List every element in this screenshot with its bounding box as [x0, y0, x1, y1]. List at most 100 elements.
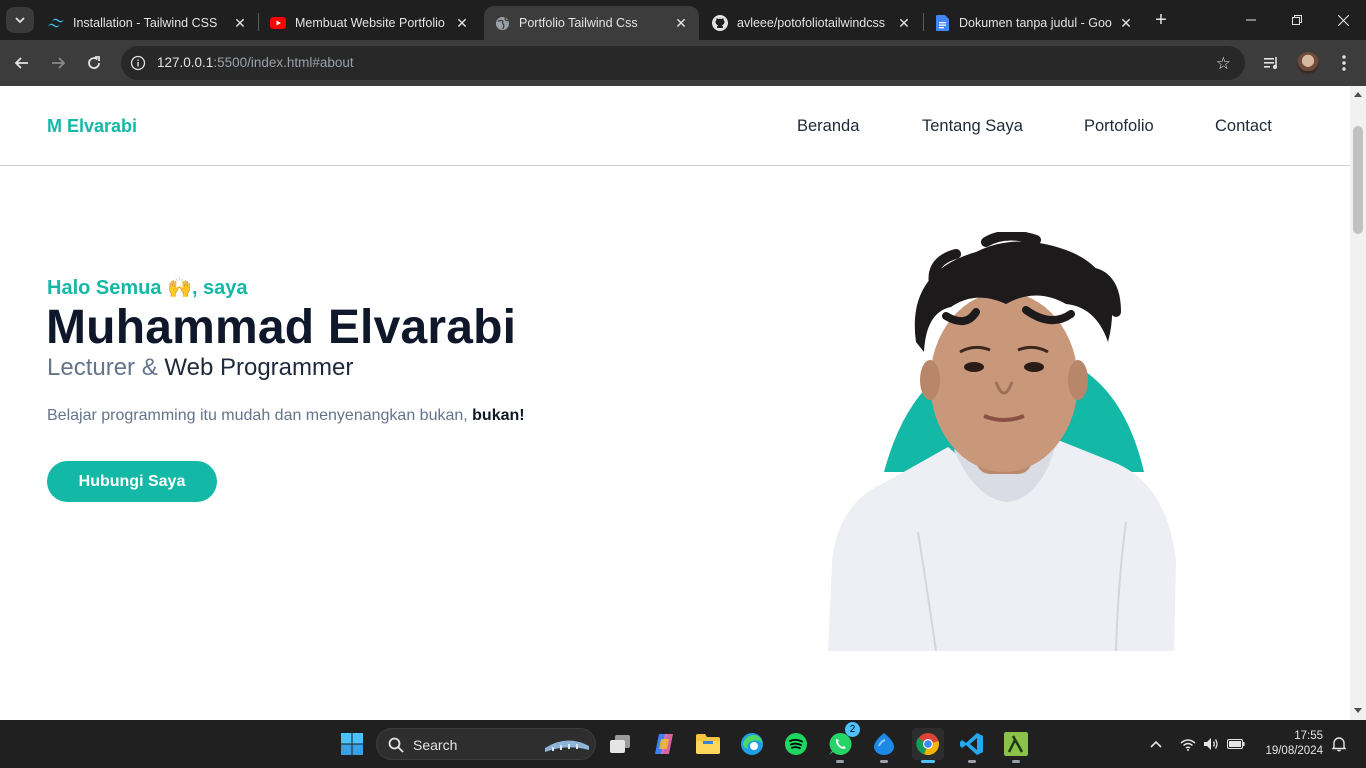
reload-icon — [88, 56, 100, 69]
wifi-icon — [1180, 738, 1196, 751]
close-icon[interactable]: ✕ — [896, 15, 912, 31]
url-text: 127.0.0.1:5500/index.html#about — [157, 55, 354, 70]
site-header: M Elvarabi Beranda Tentang Saya Portofol… — [0, 86, 1350, 166]
forward-button[interactable] — [46, 51, 70, 75]
scrollbar-thumb[interactable] — [1353, 126, 1363, 234]
contact-me-button[interactable]: Hubungi Saya — [47, 461, 217, 502]
close-icon[interactable]: ✕ — [673, 15, 689, 31]
spotify-icon — [785, 733, 807, 755]
scroll-up-icon[interactable] — [1354, 92, 1362, 97]
notification-center-button[interactable] — [1329, 734, 1349, 754]
battery-status[interactable] — [1226, 734, 1246, 754]
chevron-down-icon — [15, 17, 25, 24]
media-control-button[interactable] — [1261, 52, 1283, 74]
show-hidden-icons-button[interactable] — [1146, 734, 1166, 754]
search-icon — [388, 737, 404, 753]
nav-tentang-saya[interactable]: Tentang Saya — [922, 117, 1023, 136]
close-icon[interactable]: ✕ — [454, 15, 470, 31]
taskbar-vscode[interactable] — [956, 728, 988, 763]
new-tab-button[interactable]: + — [1150, 9, 1172, 31]
nav-beranda[interactable]: Beranda — [797, 117, 859, 136]
arrow-left-icon — [14, 57, 28, 69]
taskbar-file-explorer[interactable] — [692, 728, 724, 760]
notification-badge: 2 — [845, 722, 860, 737]
restore-button[interactable] — [1274, 0, 1320, 40]
tab-search-button[interactable] — [6, 7, 34, 33]
close-icon[interactable]: ✕ — [232, 15, 248, 31]
arrow-right-icon — [52, 57, 66, 69]
active-indicator — [921, 760, 935, 763]
close-window-button[interactable] — [1320, 0, 1366, 40]
tab-youtube-portfolio[interactable]: Membuat Website Portfolio Dengan Tailwin… — [260, 6, 480, 40]
nav-portofolio[interactable]: Portofolio — [1084, 117, 1154, 136]
tab-tailwind-installation[interactable]: Installation - Tailwind CSS ✕ — [38, 6, 258, 40]
windows-logo-icon — [341, 733, 363, 755]
wifi-status[interactable] — [1178, 734, 1198, 754]
taskbar-copilot[interactable] — [648, 728, 680, 760]
scroll-down-icon[interactable] — [1354, 708, 1362, 713]
youtube-icon — [270, 15, 286, 31]
bookmark-star-icon[interactable]: ☆ — [1216, 54, 1231, 74]
back-button[interactable] — [10, 51, 34, 75]
taskbar-whatsapp[interactable]: 2 — [824, 722, 860, 763]
volume-status[interactable] — [1201, 734, 1221, 754]
tab-title: Portfolio Tailwind Css — [519, 16, 638, 30]
kebab-menu-icon — [1342, 55, 1346, 71]
copilot-icon — [655, 734, 673, 754]
close-icon[interactable]: ✕ — [1118, 15, 1134, 31]
profile-photo — [828, 232, 1176, 651]
tab-title: avleee/potofoliotailwindcss — [737, 16, 886, 30]
taskbar-app-blue[interactable] — [868, 728, 900, 763]
tab-portfolio-active[interactable]: Portfolio Tailwind Css ✕ — [484, 6, 699, 40]
nav-contact[interactable]: Contact — [1215, 117, 1272, 136]
hero-description: Belajar programming itu mudah dan menyen… — [47, 407, 525, 425]
tab-title: Membuat Website Portfolio Dengan Tailwin… — [295, 16, 448, 30]
start-button[interactable] — [336, 728, 368, 760]
globe-icon — [494, 15, 510, 31]
browser-menu-button[interactable] — [1333, 52, 1355, 74]
address-bar[interactable]: 127.0.0.1:5500/index.html#about ☆ — [121, 46, 1245, 80]
app-droplet-icon — [874, 733, 894, 755]
site-info-icon[interactable] — [130, 55, 146, 71]
chevron-up-icon — [1150, 740, 1162, 748]
tab-title: Installation - Tailwind CSS — [73, 16, 218, 30]
reload-button[interactable] — [82, 51, 106, 75]
profile-avatar[interactable] — [1297, 52, 1319, 74]
google-docs-icon — [934, 15, 950, 31]
tab-google-docs[interactable]: Dokumen tanpa judul - Google Dokumen ✕ — [924, 6, 1144, 40]
hero-description-bold: bukan! — [472, 407, 525, 424]
notification-bell-icon — [1331, 737, 1347, 752]
tailwind-icon — [48, 15, 64, 31]
vscode-icon — [960, 733, 983, 755]
windows-taskbar: Search 2 17:55 19/08/2024 — [0, 720, 1366, 768]
taskbar-edge[interactable] — [736, 728, 768, 760]
search-label: Search — [413, 737, 458, 753]
task-view-button[interactable] — [604, 728, 636, 760]
tab-title: Dokumen tanpa judul - Google Dokumen — [959, 16, 1112, 30]
edge-icon — [741, 733, 763, 755]
search-highlight-image — [545, 740, 589, 752]
hero-role-main: Web Programmer — [164, 354, 354, 381]
hero-description-text: Belajar programming itu mudah dan menyen… — [47, 407, 473, 424]
url-host: 127.0.0.1 — [157, 55, 214, 70]
taskbar-search-box[interactable]: Search — [376, 728, 596, 760]
running-indicator — [1012, 760, 1020, 763]
browser-tab-strip: Installation - Tailwind CSS ✕ Membuat We… — [0, 0, 1366, 40]
running-indicator — [968, 760, 976, 763]
tab-github-repo[interactable]: avleee/potofoliotailwindcss ✕ — [702, 6, 922, 40]
hero-name: Muhammad Elvarabi — [46, 301, 517, 354]
page-scrollbar[interactable] — [1350, 86, 1366, 720]
system-clock[interactable]: 17:55 19/08/2024 — [1265, 729, 1323, 759]
playlist-icon — [1264, 57, 1277, 69]
taskbar-chrome[interactable] — [912, 728, 944, 763]
battery-icon — [1227, 739, 1245, 749]
tab-divider — [258, 13, 259, 31]
taskbar-app-green[interactable] — [1000, 728, 1032, 763]
hero-greeting: Halo Semua 🙌, saya — [47, 277, 248, 299]
minimize-button[interactable] — [1228, 0, 1274, 40]
site-brand[interactable]: M Elvarabi — [47, 116, 137, 137]
clock-time: 17:55 — [1294, 730, 1323, 742]
folder-icon — [696, 734, 720, 754]
browser-toolbar: 127.0.0.1:5500/index.html#about ☆ — [0, 40, 1366, 86]
taskbar-spotify[interactable] — [780, 728, 812, 760]
